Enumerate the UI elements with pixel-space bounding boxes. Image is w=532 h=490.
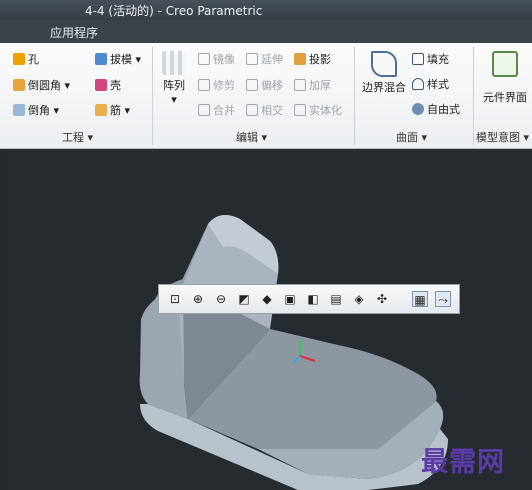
- model-intent-group-label[interactable]: 模型意图 ▾: [476, 131, 529, 145]
- display-style-icon[interactable]: ◆: [259, 291, 275, 307]
- shell-label: 壳: [110, 79, 121, 92]
- boundary-blend-button[interactable]: 边界混合: [358, 51, 410, 95]
- ribbon-separator: [354, 47, 355, 145]
- fill-button[interactable]: 填充: [412, 51, 449, 69]
- intersect-icon: [246, 104, 258, 116]
- component-interface-button[interactable]: 元件界面: [478, 51, 532, 105]
- boundary-blend-label: 边界混合: [362, 81, 406, 94]
- view-manager-icon[interactable]: ▤: [328, 291, 344, 307]
- style-icon: [412, 78, 424, 90]
- chamfer-button[interactable]: 倒角 ▾: [13, 102, 59, 120]
- extend-icon: [246, 53, 258, 65]
- rib-label: 筋 ▾: [110, 104, 131, 117]
- hole-button[interactable]: 孔: [13, 51, 39, 69]
- project-icon: [294, 53, 306, 65]
- round-label: 倒圆角 ▾: [28, 79, 71, 92]
- style-label: 样式: [427, 78, 449, 91]
- saved-views-icon[interactable]: ▣: [282, 291, 298, 307]
- applications-menu[interactable]: 应用程序: [50, 24, 98, 41]
- solidify-label: 实体化: [309, 104, 342, 117]
- merge-button[interactable]: 合并: [198, 102, 235, 120]
- shell-button[interactable]: 壳: [95, 77, 121, 95]
- solidify-button[interactable]: 实体化: [294, 102, 342, 120]
- style-button[interactable]: 样式: [412, 76, 449, 94]
- ribbon-separator: [152, 47, 153, 145]
- round-button[interactable]: 倒圆角 ▾: [13, 77, 70, 95]
- draft-button[interactable]: 拔模 ▾: [95, 51, 141, 69]
- draft-label: 拔模 ▾: [110, 53, 142, 66]
- boundary-blend-icon: [371, 51, 397, 77]
- spin-center-icon[interactable]: ▦: [412, 291, 428, 307]
- offset-icon: [246, 79, 258, 91]
- mirror-button[interactable]: 镜像: [198, 51, 235, 69]
- project-label: 投影: [309, 53, 331, 66]
- surfaces-group-label[interactable]: 曲面 ▾: [396, 131, 427, 145]
- intersect-button[interactable]: 相交: [246, 102, 283, 120]
- editing-group-label[interactable]: 编辑 ▾: [236, 131, 267, 145]
- offset-button[interactable]: 偏移: [246, 77, 283, 95]
- chamfer-icon: [13, 104, 25, 116]
- merge-icon: [198, 104, 210, 116]
- thicken-button[interactable]: 加厚: [294, 77, 331, 95]
- zoom-out-icon[interactable]: ⊖: [213, 291, 229, 307]
- model-3d: [139, 215, 448, 490]
- datum-display-icon[interactable]: ✣: [374, 291, 390, 307]
- project-button[interactable]: 投影: [294, 51, 331, 69]
- window-title: 4-4 (活动的) - Creo Parametric: [85, 4, 263, 18]
- rib-button[interactable]: 筋 ▾: [95, 102, 130, 120]
- pattern-icon: [162, 51, 186, 75]
- component-interface-icon: [492, 51, 518, 77]
- extend-button[interactable]: 延伸: [246, 51, 283, 69]
- solidify-icon: [294, 104, 306, 116]
- thicken-label: 加厚: [309, 79, 331, 92]
- pattern-label: 阵列: [163, 79, 185, 92]
- freestyle-label: 自由式: [427, 103, 460, 116]
- trim-icon: [198, 79, 210, 91]
- fill-label: 填充: [427, 53, 449, 66]
- freestyle-icon: [412, 103, 424, 115]
- mirror-label: 镜像: [213, 53, 235, 66]
- chamfer-label: 倒角 ▾: [28, 104, 60, 117]
- mirror-icon: [198, 53, 210, 65]
- trim-button[interactable]: 修剪: [198, 77, 235, 95]
- engineering-group-label[interactable]: 工程 ▾: [62, 131, 93, 145]
- extend-label: 延伸: [261, 53, 283, 66]
- menu-bar: 应用程序: [0, 20, 532, 43]
- fill-icon: [412, 53, 424, 65]
- graphics-window[interactable]: ⊡ ⊕ ⊖ ◩ ◆ ▣ ◧ ▤ ◈ ✣ ▦ ⤳: [8, 149, 532, 490]
- annotation-display-icon[interactable]: ⤳: [435, 291, 451, 307]
- zoom-fit-icon[interactable]: ⊡: [167, 291, 183, 307]
- hole-icon: [13, 53, 25, 65]
- merge-label: 合并: [213, 104, 235, 117]
- perspective-icon[interactable]: ◈: [351, 291, 367, 307]
- view-toolbar: ⊡ ⊕ ⊖ ◩ ◆ ▣ ◧ ▤ ◈ ✣ ▦ ⤳: [158, 284, 460, 314]
- trim-label: 修剪: [213, 79, 235, 92]
- freestyle-button[interactable]: 自由式: [412, 101, 460, 119]
- round-icon: [13, 79, 25, 91]
- repaint-icon[interactable]: ◩: [236, 291, 252, 307]
- pattern-dropdown-arrow[interactable]: ▾: [157, 93, 191, 106]
- watermark-logo: 最需网: [421, 447, 505, 478]
- named-views-icon[interactable]: ◧: [305, 291, 321, 307]
- offset-label: 偏移: [261, 79, 283, 92]
- intersect-label: 相交: [261, 104, 283, 117]
- pattern-button[interactable]: 阵列 ▾: [157, 51, 191, 106]
- draft-icon: [95, 53, 107, 65]
- zoom-in-icon[interactable]: ⊕: [190, 291, 206, 307]
- ribbon: 孔 拔模 ▾ 倒圆角 ▾ 壳 倒角 ▾ 筋 ▾ 工程 ▾ 阵列 ▾ 镜像 延伸 …: [0, 43, 532, 149]
- title-bar: 4-4 (活动的) - Creo Parametric: [0, 0, 532, 20]
- shell-icon: [95, 79, 107, 91]
- ribbon-separator: [473, 47, 474, 145]
- component-interface-label: 元件界面: [483, 91, 527, 104]
- thicken-icon: [294, 79, 306, 91]
- hole-label: 孔: [28, 53, 39, 66]
- rib-icon: [95, 104, 107, 116]
